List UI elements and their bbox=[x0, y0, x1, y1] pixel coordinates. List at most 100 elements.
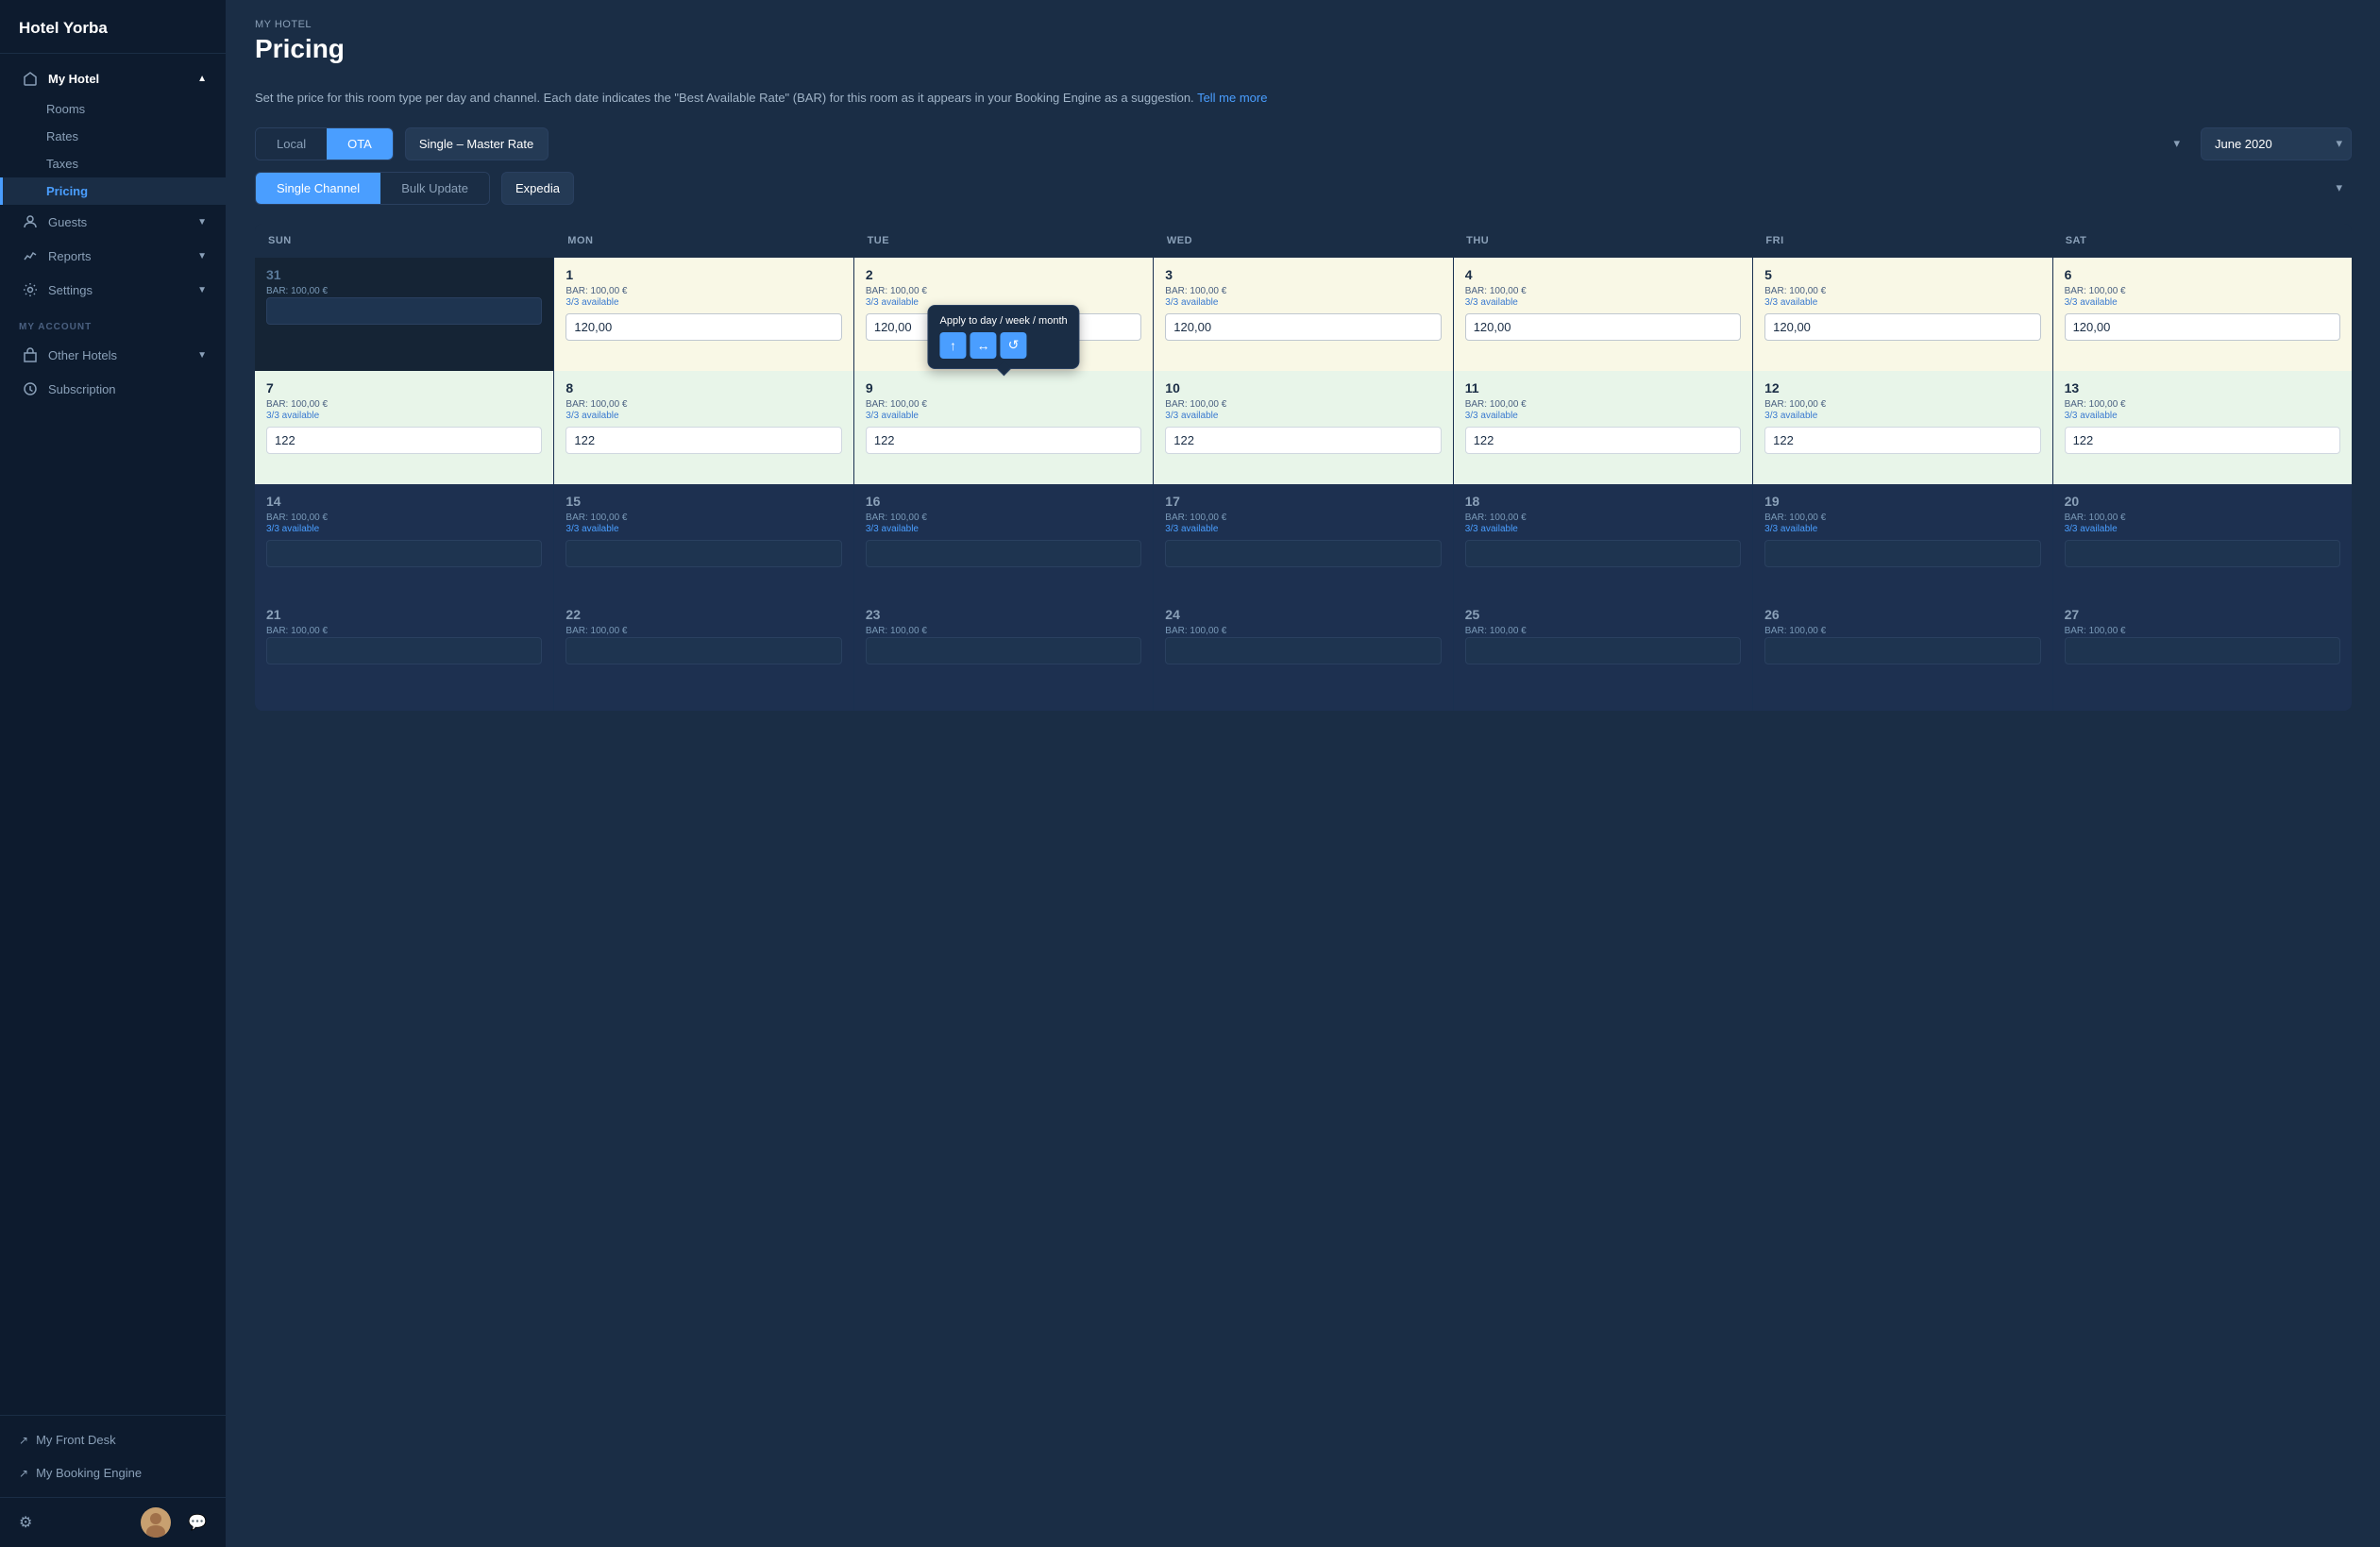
other-hotels-arrow: ▼ bbox=[197, 350, 207, 361]
cal-bar-6: BAR: 100,00 € bbox=[2065, 286, 2340, 296]
tooltip-btn-circle[interactable]: ↺ bbox=[1000, 332, 1026, 359]
cal-bar-18: BAR: 100,00 € bbox=[1465, 513, 1741, 523]
my-booking-engine-link[interactable]: ↗ My Booking Engine bbox=[19, 1460, 207, 1486]
notification-icon[interactable]: 💬 bbox=[188, 1513, 207, 1532]
cal-day-9: 9 bbox=[866, 380, 1141, 395]
cal-header-fri: FRI bbox=[1752, 224, 2051, 258]
cal-avail-20: 3/3 available bbox=[2065, 524, 2340, 534]
cal-bar-11: BAR: 100,00 € bbox=[1465, 399, 1741, 410]
sidebar-item-rates[interactable]: Rates bbox=[0, 123, 226, 150]
cal-input-25[interactable] bbox=[1465, 637, 1741, 664]
my-front-desk-link[interactable]: ↗ My Front Desk bbox=[19, 1427, 207, 1453]
cal-input-19[interactable] bbox=[1764, 540, 2040, 567]
tab-ota[interactable]: OTA bbox=[327, 128, 393, 160]
cal-input-20[interactable] bbox=[2065, 540, 2340, 567]
cal-input-4[interactable] bbox=[1465, 313, 1741, 341]
cal-day-17: 17 bbox=[1165, 494, 1441, 509]
cal-input-8[interactable] bbox=[565, 427, 841, 454]
cal-input-17[interactable] bbox=[1165, 540, 1441, 567]
cal-day-26: 26 bbox=[1764, 607, 2040, 622]
cal-bar-25: BAR: 100,00 € bbox=[1465, 626, 1741, 636]
controls-row-1: Local OTA Single – Master Rate June 2020 bbox=[255, 127, 2352, 160]
cal-input-5[interactable] bbox=[1764, 313, 2040, 341]
cal-cell-6: 6 BAR: 100,00 € 3/3 available bbox=[2053, 258, 2352, 371]
cal-day-14: 14 bbox=[266, 494, 542, 509]
tooltip-title: Apply to day / week / month bbox=[939, 315, 1067, 327]
tab-bulk-update[interactable]: Bulk Update bbox=[380, 173, 489, 204]
cal-input-1[interactable] bbox=[565, 313, 841, 341]
cal-input-6[interactable] bbox=[2065, 313, 2340, 341]
cal-day-4: 4 bbox=[1465, 267, 1741, 282]
cal-input-23[interactable] bbox=[866, 637, 1141, 664]
channel-row: Single Channel Bulk Update Expedia bbox=[255, 172, 2352, 205]
month-select[interactable]: June 2020 bbox=[2201, 127, 2352, 160]
cal-day-18: 18 bbox=[1465, 494, 1741, 509]
sidebar-item-guests[interactable]: Guests ▼ bbox=[0, 205, 226, 239]
cal-header-sat: SAT bbox=[2052, 224, 2352, 258]
calendar: SUN MON TUE WED THU FRI SAT 31 BAR: 100,… bbox=[255, 224, 2352, 711]
tooltip-btn-horizontal[interactable]: ↔ bbox=[970, 332, 996, 359]
cal-avail-4: 3/3 available bbox=[1465, 297, 1741, 308]
sidebar-item-rooms[interactable]: Rooms bbox=[0, 95, 226, 123]
channel-select-wrapper: Expedia bbox=[501, 172, 2352, 205]
sidebar-nav: My Hotel ▲ Rooms Rates Taxes Pricing Gue… bbox=[0, 54, 226, 1415]
tell-me-more-link[interactable]: Tell me more bbox=[1197, 91, 1267, 105]
sidebar-user-bar: ⚙ 💬 bbox=[0, 1497, 226, 1547]
cal-input-10[interactable] bbox=[1165, 427, 1441, 454]
cal-cell-25: 25 BAR: 100,00 € bbox=[1454, 597, 1752, 711]
sidebar-item-pricing[interactable]: Pricing bbox=[0, 177, 226, 205]
cal-cell-20: 20 BAR: 100,00 € 3/3 available bbox=[2053, 484, 2352, 597]
cal-input-27[interactable] bbox=[2065, 637, 2340, 664]
subscription-label: Subscription bbox=[48, 382, 116, 396]
cal-input-26[interactable] bbox=[1764, 637, 2040, 664]
sidebar-item-subscription[interactable]: Subscription bbox=[0, 372, 226, 406]
tab-local[interactable]: Local bbox=[256, 128, 327, 160]
cal-cell-16: 16 BAR: 100,00 € 3/3 available bbox=[854, 484, 1153, 597]
cal-input-11[interactable] bbox=[1465, 427, 1741, 454]
tab-single-channel[interactable]: Single Channel bbox=[256, 173, 380, 204]
cal-input-21[interactable] bbox=[266, 637, 542, 664]
cal-input-9[interactable] bbox=[866, 427, 1141, 454]
cal-avail-15: 3/3 available bbox=[565, 524, 841, 534]
cal-avail-13: 3/3 available bbox=[2065, 411, 2340, 421]
cal-input-18[interactable] bbox=[1465, 540, 1741, 567]
cal-day-19: 19 bbox=[1764, 494, 2040, 509]
external-link-icon-1: ↗ bbox=[19, 1434, 28, 1447]
sidebar-item-taxes[interactable]: Taxes bbox=[0, 150, 226, 177]
cal-cell-11: 11 BAR: 100,00 € 3/3 available bbox=[1454, 371, 1752, 484]
cal-input-14[interactable] bbox=[266, 540, 542, 567]
sidebar-item-settings[interactable]: Settings ▼ bbox=[0, 273, 226, 307]
cal-input-16[interactable] bbox=[866, 540, 1141, 567]
cal-day-27: 27 bbox=[2065, 607, 2340, 622]
cal-input-15[interactable] bbox=[565, 540, 841, 567]
user-avatar[interactable] bbox=[141, 1507, 171, 1538]
guests-arrow: ▼ bbox=[197, 217, 207, 227]
cal-header-sun: SUN bbox=[255, 224, 554, 258]
cal-input-12[interactable] bbox=[1764, 427, 2040, 454]
rate-select[interactable]: Single – Master Rate bbox=[405, 127, 549, 160]
rate-select-wrapper: Single – Master Rate bbox=[405, 127, 2189, 160]
cal-avail-10: 3/3 available bbox=[1165, 411, 1441, 421]
cal-bar-19: BAR: 100,00 € bbox=[1764, 513, 2040, 523]
tooltip-btn-up[interactable]: ↑ bbox=[939, 332, 966, 359]
settings-user-icon[interactable]: ⚙ bbox=[19, 1513, 32, 1532]
cal-avail-7: 3/3 available bbox=[266, 411, 542, 421]
sidebar-item-other-hotels[interactable]: Other Hotels ▼ bbox=[0, 338, 226, 372]
calendar-week-3: 14 BAR: 100,00 € 3/3 available 15 BAR: 1… bbox=[255, 484, 2352, 597]
cal-day-8: 8 bbox=[565, 380, 841, 395]
cal-avail-18: 3/3 available bbox=[1465, 524, 1741, 534]
cal-bar-15: BAR: 100,00 € bbox=[565, 513, 841, 523]
cal-input-24[interactable] bbox=[1165, 637, 1441, 664]
reports-label: Reports bbox=[48, 249, 92, 263]
cal-day-7: 7 bbox=[266, 380, 542, 395]
cal-input-3[interactable] bbox=[1165, 313, 1441, 341]
cal-input-31[interactable] bbox=[266, 297, 542, 325]
sidebar-item-reports[interactable]: Reports ▼ bbox=[0, 239, 226, 273]
cal-input-22[interactable] bbox=[565, 637, 841, 664]
cal-day-31: 31 bbox=[266, 267, 542, 282]
cal-input-7[interactable] bbox=[266, 427, 542, 454]
cal-input-13[interactable] bbox=[2065, 427, 2340, 454]
sidebar-item-my-hotel[interactable]: My Hotel ▲ bbox=[0, 61, 226, 95]
cal-cell-19: 19 BAR: 100,00 € 3/3 available bbox=[1753, 484, 2051, 597]
channel-select[interactable]: Expedia bbox=[501, 172, 574, 205]
